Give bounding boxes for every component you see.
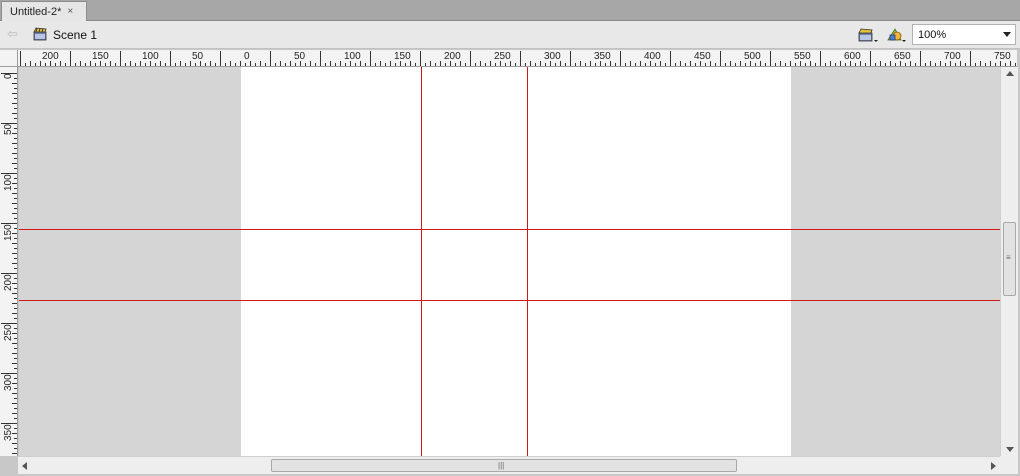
vertical-scrollbar[interactable]: ≡: [1000, 67, 1018, 456]
ruler-h-label: 150: [394, 51, 411, 62]
ruler-h-label: 100: [344, 51, 361, 62]
document-tab-bar: Untitled-2* ×: [0, 0, 1020, 21]
horizontal-ruler[interactable]: 200 150 100 50 0 50 100 150 200 250 300 …: [18, 50, 1017, 67]
back-arrow-icon[interactable]: ⇦: [7, 27, 23, 41]
scene-clapperboard-icon: [33, 27, 47, 41]
pasteboard[interactable]: [19, 67, 1000, 456]
ruler-h-label: 600: [844, 51, 861, 62]
close-icon[interactable]: ×: [67, 6, 73, 17]
ruler-h-label: 250: [494, 51, 511, 62]
scene-toolbar: ⇦ Scene 1 100%: [0, 21, 1020, 49]
horizontal-guide[interactable]: [19, 229, 1000, 230]
ruler-h-label: 100: [142, 51, 159, 62]
ruler-v-label: 250: [3, 324, 14, 341]
horizontal-ruler-ticks: [20, 51, 1016, 66]
scroll-right-icon[interactable]: [991, 462, 996, 470]
scroll-up-icon[interactable]: [1006, 71, 1014, 76]
ruler-v-label: 100: [3, 174, 14, 191]
ruler-h-label: 200: [444, 51, 461, 62]
ruler-v-label: 0: [3, 73, 14, 79]
ruler-corner: [0, 50, 18, 67]
vertical-scroll-thumb[interactable]: ≡: [1003, 222, 1016, 296]
chevron-down-icon: [1003, 32, 1011, 37]
ruler-h-label: 400: [644, 51, 661, 62]
ruler-h-label: 500: [744, 51, 761, 62]
ruler-h-label: 700: [944, 51, 961, 62]
ruler-h-label: 150: [92, 51, 109, 62]
scroll-down-icon[interactable]: [1006, 447, 1014, 452]
ruler-v-label: 150: [3, 224, 14, 241]
ruler-h-label: 50: [294, 51, 306, 62]
ruler-h-label: 650: [894, 51, 911, 62]
document-tab-title: Untitled-2*: [10, 5, 62, 18]
ruler-v-label: 300: [3, 374, 14, 391]
ruler-h-label: 750: [994, 51, 1011, 62]
vertical-guide[interactable]: [421, 67, 422, 456]
edit-symbols-icon[interactable]: [885, 26, 907, 44]
stage-canvas[interactable]: [241, 67, 791, 456]
ruler-h-label: 50: [192, 51, 204, 62]
scroll-corner: [1000, 456, 1018, 474]
grip-icon: |||: [498, 461, 505, 470]
zoom-select[interactable]: 100%: [912, 24, 1016, 45]
ruler-h-label: 550: [794, 51, 811, 62]
ruler-h-label: 0: [244, 51, 250, 62]
edit-scene-icon[interactable]: [857, 26, 879, 44]
ruler-h-label: 300: [544, 51, 561, 62]
vertical-guide[interactable]: [527, 67, 528, 456]
ruler-h-label: 200: [42, 51, 59, 62]
document-tab[interactable]: Untitled-2* ×: [1, 1, 87, 21]
ruler-v-label: 50: [3, 123, 14, 135]
horizontal-scrollbar[interactable]: |||: [18, 456, 1000, 474]
scene-label[interactable]: Scene 1: [53, 28, 97, 42]
ruler-v-label: 200: [3, 274, 14, 291]
zoom-value: 100%: [918, 28, 947, 41]
ruler-h-label: 450: [694, 51, 711, 62]
ruler-v-label: 350: [3, 424, 14, 441]
ruler-h-label: 350: [594, 51, 611, 62]
horizontal-guide[interactable]: [19, 300, 1000, 301]
horizontal-scroll-thumb[interactable]: |||: [271, 459, 737, 472]
scroll-left-icon[interactable]: [22, 462, 27, 470]
grip-icon: ≡: [1006, 253, 1011, 262]
vertical-ruler[interactable]: 0 50 100 150 200 250 300 350: [0, 67, 18, 456]
